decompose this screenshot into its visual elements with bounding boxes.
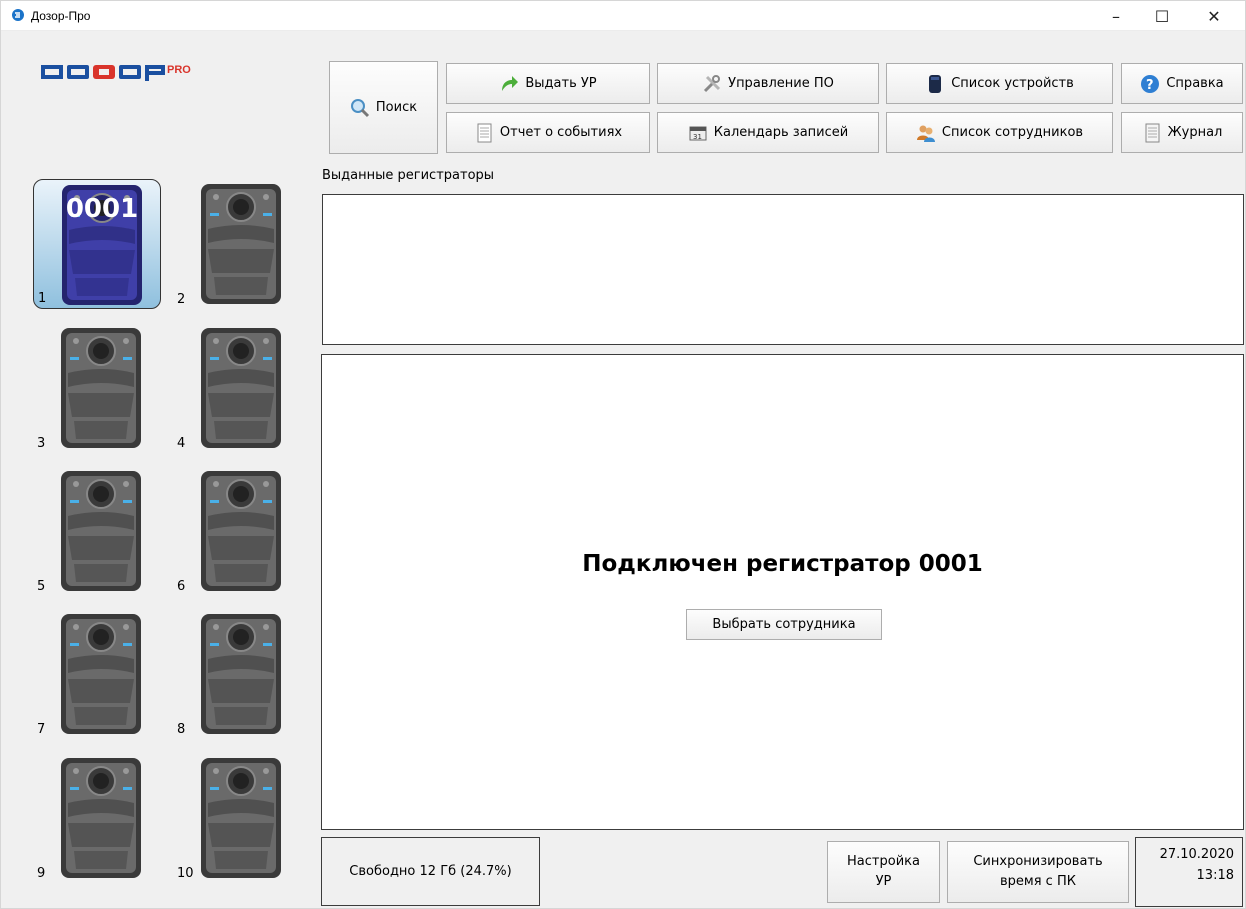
device-slot-2[interactable]: 2	[173, 179, 301, 309]
svg-text:31: 31	[693, 133, 702, 141]
body-camera-icon	[200, 470, 282, 592]
green-arrow-icon	[502, 75, 519, 91]
journal-icon	[1145, 123, 1160, 142]
device-slot-10[interactable]: 10	[173, 753, 301, 883]
device-list-icon	[929, 74, 942, 93]
sync-line2: время с ПК	[1000, 874, 1076, 889]
body-camera-icon	[200, 327, 282, 449]
maximize-button[interactable]: ☐	[1139, 1, 1185, 31]
minimize-button[interactable]: –	[1093, 1, 1139, 31]
datetime-display: 27.10.2020 13:18	[1135, 837, 1243, 907]
app-icon	[12, 9, 24, 21]
device-slot-9[interactable]: 9	[33, 753, 161, 883]
issue-recorder-button[interactable]: Выдать УР	[446, 63, 650, 104]
device-slot-7[interactable]: 7	[33, 609, 161, 739]
employee-list-label: Список сотрудников	[941, 125, 1084, 140]
body-camera-icon	[200, 183, 282, 305]
device-slot-1[interactable]: 0001 1	[33, 179, 161, 309]
slot-number: 9	[37, 866, 46, 881]
settings-line2: УР	[875, 874, 892, 889]
body-camera-icon	[200, 757, 282, 879]
journal-label: Журнал	[1167, 125, 1223, 140]
window-title: Дозор-Про	[31, 9, 91, 23]
users-icon	[916, 125, 935, 142]
events-report-button[interactable]: Отчет о событиях	[446, 112, 650, 153]
slot-number: 4	[177, 436, 186, 451]
main-content-panel: Подключен регистратор 0001 Выбрать сотру…	[321, 354, 1244, 830]
app-window: Дозор-Про – ☐ ✕ PRO Поиск Выдать УР Отче…	[0, 0, 1246, 909]
body-camera-icon	[60, 327, 142, 449]
sync-line1: Синхронизировать	[973, 854, 1103, 869]
slot-number: 10	[177, 866, 194, 881]
settings-line1: Настройка	[847, 854, 920, 869]
software-management-label: Управление ПО	[728, 76, 834, 91]
free-space-status: Свободно 12 Гб (24.7%)	[321, 837, 540, 906]
employee-list-button[interactable]: Список сотрудников	[886, 112, 1113, 153]
slot-number: 8	[177, 722, 186, 737]
app-logo: PRO	[41, 64, 191, 81]
tools-icon	[704, 74, 721, 92]
search-button-label: Поиск	[375, 100, 418, 115]
help-button[interactable]: ? Справка	[1121, 63, 1243, 104]
body-camera-icon	[60, 757, 142, 879]
date-text: 27.10.2020	[1159, 847, 1234, 862]
slot-number: 7	[37, 722, 46, 737]
events-report-label: Отчет о событиях	[499, 125, 623, 140]
device-slot-5[interactable]: 5	[33, 466, 161, 596]
sync-time-button[interactable]: Синхронизировать время с ПК	[947, 841, 1129, 903]
slot-number: 5	[37, 579, 46, 594]
body-camera-icon	[60, 470, 142, 592]
svg-text:?: ?	[1146, 78, 1154, 93]
calendar-icon: 31	[689, 126, 707, 141]
journal-button[interactable]: Журнал	[1121, 112, 1243, 153]
help-label: Справка	[1166, 76, 1224, 91]
time-text: 13:18	[1196, 868, 1234, 883]
software-management-button[interactable]: Управление ПО	[657, 63, 879, 104]
title-bar: Дозор-Про – ☐ ✕	[1, 1, 1245, 31]
help-icon: ?	[1141, 74, 1160, 93]
body-camera-icon	[60, 613, 142, 735]
choose-employee-button[interactable]: Выбрать сотрудника	[686, 609, 882, 640]
magnifier-icon	[350, 98, 369, 117]
search-button[interactable]: Поиск	[329, 61, 438, 154]
device-list-button[interactable]: Список устройств	[886, 63, 1113, 104]
device-slot-4[interactable]: 4	[173, 323, 301, 453]
device-id-label: 0001	[65, 194, 139, 224]
issue-recorder-label: Выдать УР	[525, 76, 597, 91]
device-slot-8[interactable]: 8	[173, 609, 301, 739]
issued-recorders-list[interactable]	[322, 194, 1244, 345]
slot-number: 1	[38, 291, 47, 306]
issued-recorders-label: Выданные регистраторы	[322, 168, 495, 183]
logo-pro-text: PRO	[167, 64, 191, 76]
connected-recorder-message: Подключен регистратор 0001	[582, 551, 983, 577]
slot-number: 2	[177, 292, 186, 307]
records-calendar-label: Календарь записей	[713, 125, 849, 140]
device-slot-3[interactable]: 3	[33, 323, 161, 453]
close-button[interactable]: ✕	[1191, 1, 1237, 31]
slot-number: 6	[177, 579, 186, 594]
device-list-label: Список устройств	[951, 76, 1074, 91]
recorder-settings-button[interactable]: Настройка УР	[827, 841, 940, 903]
device-slot-6[interactable]: 6	[173, 466, 301, 596]
document-icon	[477, 123, 492, 142]
slot-number: 3	[37, 436, 46, 451]
body-camera-icon	[200, 613, 282, 735]
records-calendar-button[interactable]: 31 Календарь записей	[657, 112, 879, 153]
